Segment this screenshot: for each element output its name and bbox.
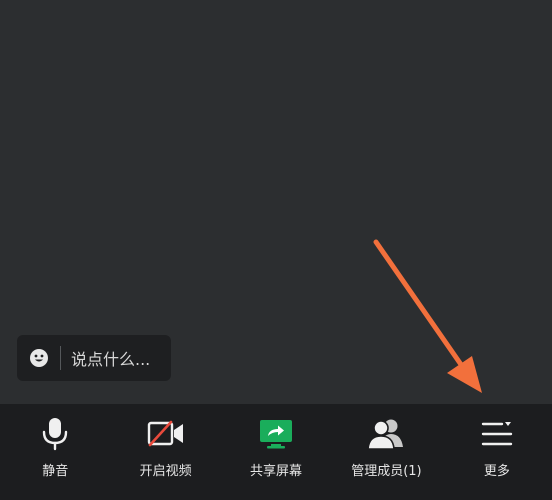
manage-members-label: 管理成员(1) xyxy=(351,464,422,479)
chat-placeholder[interactable]: 说点什么... xyxy=(71,346,150,370)
more-menu-icon xyxy=(475,416,519,452)
start-video-label: 开启视频 xyxy=(139,464,192,479)
more-label: 更多 xyxy=(483,464,510,479)
mute-button[interactable]: 静音 xyxy=(0,404,110,500)
more-button[interactable]: 更多 xyxy=(442,404,552,500)
smiley-icon[interactable] xyxy=(28,347,50,369)
chat-input-pill[interactable]: 说点什么... xyxy=(17,335,171,381)
share-screen-button[interactable]: 共享屏幕 xyxy=(221,404,331,500)
microphone-icon xyxy=(33,416,77,452)
start-video-button[interactable]: 开启视频 xyxy=(110,404,220,500)
chat-separator xyxy=(60,346,61,370)
members-icon xyxy=(364,416,408,452)
video-camera-off-icon xyxy=(144,416,188,452)
share-screen-label: 共享屏幕 xyxy=(250,464,303,479)
mute-label: 静音 xyxy=(42,464,69,479)
meeting-screen: 说点什么... 静音 开启视频 共享屏幕 管理成员(1) 更多 xyxy=(0,0,552,500)
share-screen-icon xyxy=(254,416,298,452)
manage-members-button[interactable]: 管理成员(1) xyxy=(331,404,441,500)
bottom-toolbar: 静音 开启视频 共享屏幕 管理成员(1) 更多 xyxy=(0,404,552,500)
